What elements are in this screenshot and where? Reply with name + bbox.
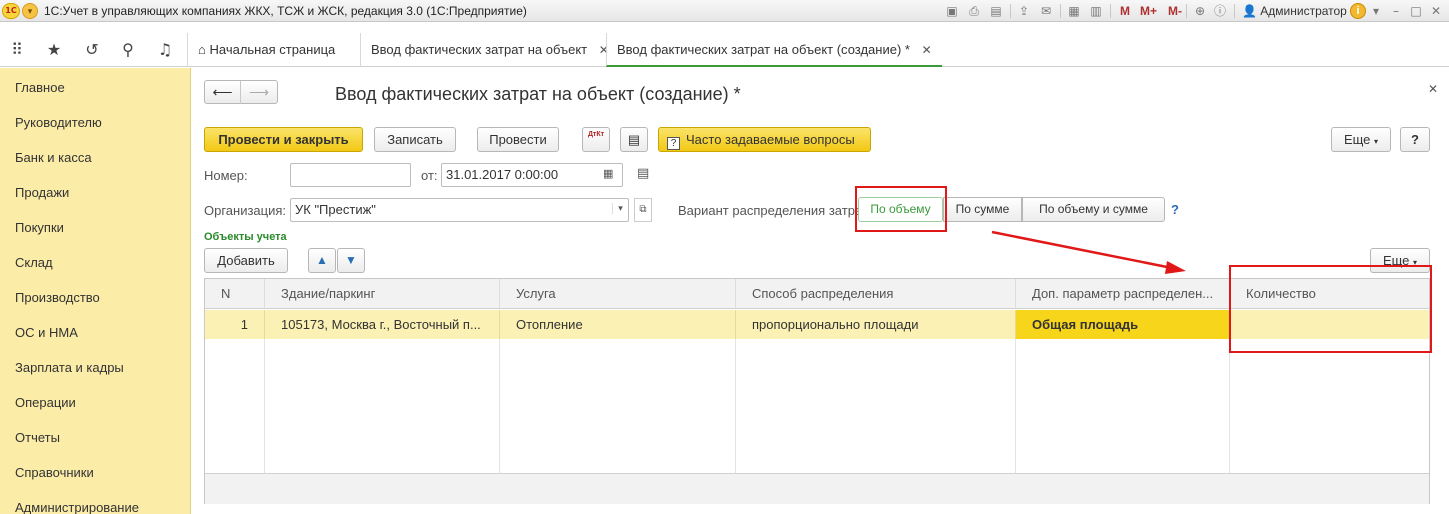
annotation-arrow <box>991 230 1186 274</box>
